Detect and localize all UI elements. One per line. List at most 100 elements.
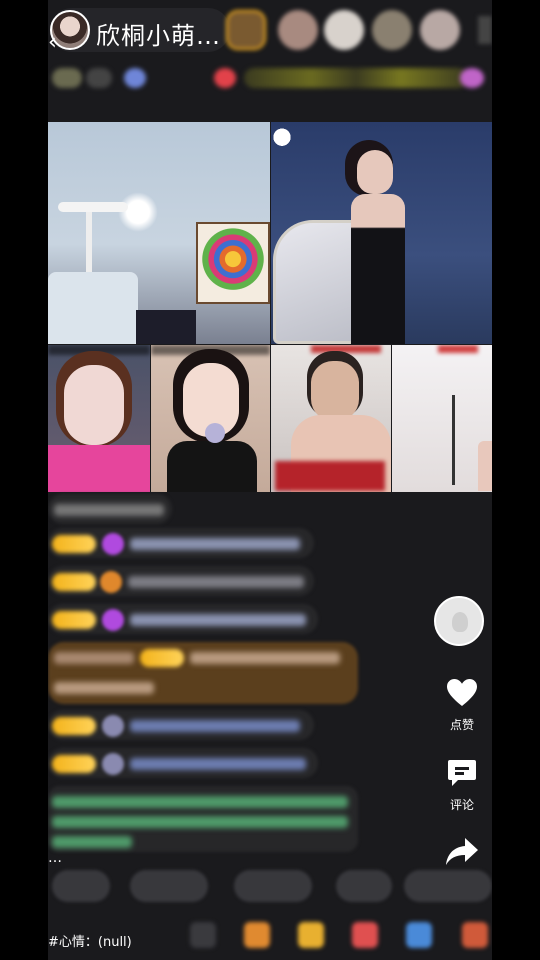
sunflower-painting [196,222,270,304]
viewer-avatar[interactable] [226,10,266,50]
gem-icon [102,609,124,631]
comment-action[interactable]: 评论 [432,758,492,813]
message-text [54,652,134,664]
cup [205,423,225,443]
side-actions [432,596,492,646]
person-head [311,361,359,421]
caption-strip [311,345,381,353]
notice-banner [275,461,385,491]
table [48,272,138,344]
gift-icon[interactable] [298,922,324,948]
status-tag-row [48,62,492,94]
comment-label: 评论 [449,798,474,812]
ticker-banner[interactable] [244,68,468,88]
flame-icon [452,612,468,632]
gem-icon [102,753,124,775]
chat-message[interactable] [48,748,492,778]
chat-message-highlight[interactable] [48,642,492,706]
mood-caption: #心情：(null) [48,935,132,950]
person-body [48,445,150,492]
level-badge [140,649,184,667]
live-stream-screen: 欣桐小萌… ‹ … 点赞 评论 [48,0,492,960]
caption-strip [48,345,150,355]
chat-message[interactable] [48,566,492,596]
pillow [136,310,196,344]
viewer-avatar[interactable] [324,10,364,50]
video-panel[interactable] [151,345,270,492]
avatar-button[interactable] [434,596,484,646]
share-arrow-icon[interactable] [432,836,492,870]
activity-icon[interactable] [460,68,484,88]
gem-icon [102,715,124,737]
video-panel[interactable] [271,122,492,344]
more-dots[interactable]: … [48,850,63,866]
system-notice [48,786,492,856]
viewer-avatar[interactable] [278,10,318,50]
chat-message[interactable] [48,710,492,740]
host-info[interactable]: 欣桐小萌… [50,8,230,52]
quick-reply-chip[interactable] [336,870,392,902]
gem-icon [100,571,122,593]
host-name[interactable]: 欣桐小萌… [96,16,221,51]
notice-text [52,836,132,848]
header: 欣桐小萌… ‹ [48,0,492,62]
quick-reply-chip[interactable] [404,870,492,902]
share-action[interactable] [432,836,492,870]
level-badge [52,755,96,773]
video-panel[interactable] [48,122,270,344]
notice-text [52,796,348,808]
person-figure [478,441,492,491]
caption-strip [151,345,270,355]
fans-count [86,68,112,88]
message-text [130,538,300,550]
comment-icon[interactable] [432,758,492,792]
notice-text [52,816,348,828]
gift-icon[interactable] [214,68,236,88]
level-badge [52,717,96,735]
quick-reply-chip[interactable] [130,870,208,902]
video-panel[interactable] [271,345,391,492]
quick-reply-chip[interactable] [52,870,110,902]
quick-reply-chip[interactable] [234,870,312,902]
level-badge [52,611,96,629]
chat-message[interactable] [48,528,492,558]
person-head [64,365,124,445]
chat-message[interactable] [48,494,368,524]
ring-stand [58,202,128,212]
level-badge [52,573,96,591]
message-text [190,652,340,664]
rank-icon [124,68,146,88]
gift-icon[interactable] [352,922,378,948]
like-label: 点赞 [449,718,474,732]
hello-kitty-sticker [271,124,293,148]
like-action[interactable]: 点赞 [432,678,492,733]
message-text [130,720,300,732]
chat-message[interactable] [48,604,492,634]
video-panel[interactable] [392,345,492,492]
gift-box-icon[interactable] [244,922,270,948]
person-body [351,194,405,344]
message-text [54,682,154,694]
gem-icon [102,533,124,555]
message-text [130,614,306,626]
video-grid [48,122,492,492]
person-body [167,441,257,492]
toolbar-icon[interactable] [190,922,216,948]
caption-strip [438,345,478,353]
video-panel[interactable] [48,345,150,492]
gift-icon[interactable] [462,922,488,948]
person-head [357,150,393,194]
message-text [54,504,164,516]
message-text [128,576,304,588]
gift-icon[interactable] [406,922,432,948]
heart-icon[interactable] [432,678,492,712]
viewer-avatar[interactable] [420,10,460,50]
tripod [452,395,455,485]
lamp-light [118,192,158,232]
viewer-avatar[interactable] [372,10,412,50]
level-badge [52,535,96,553]
close-icon[interactable] [478,16,492,44]
level-badge [52,68,82,88]
back-chevron-icon[interactable]: ‹ [48,32,66,54]
message-text [130,758,306,770]
